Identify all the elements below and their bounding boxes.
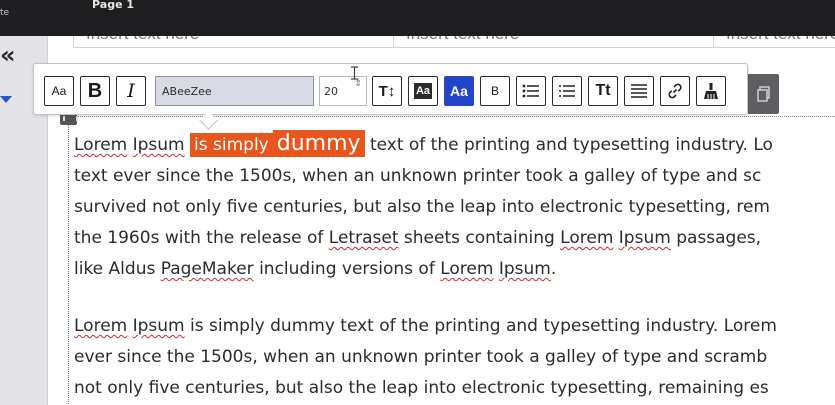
text-block-border-top [68, 116, 835, 117]
paragraph-2[interactable]: Lorem Ipsum is simply dummy text of the … [74, 311, 835, 404]
bullet-list-icon [522, 84, 540, 98]
align-justify-button[interactable] [624, 76, 654, 106]
table-row: Insert text here Insert text here Insert… [73, 36, 835, 48]
text-color-button[interactable]: Aa [444, 76, 474, 106]
broom-icon [702, 82, 720, 100]
app-title-fragment: te [0, 8, 10, 18]
misspelled-word: Ipsum [498, 259, 551, 279]
text-height-button[interactable]: T↕ [372, 76, 402, 106]
clear-format-button[interactable] [696, 76, 726, 106]
text-run: is simply dummy text of the printing and… [190, 316, 777, 336]
misspelled-word: Lorem [560, 228, 614, 248]
bold-button[interactable]: B [80, 76, 110, 106]
double-chevron-left-icon[interactable]: « [0, 43, 22, 67]
misspelled-word: PageMaker [160, 259, 254, 279]
text-background-swatch: Aa [413, 83, 433, 99]
text-run: passages, [676, 228, 762, 248]
text-run: text of the printing and typesetting ind… [369, 135, 773, 155]
misspelled-word: Lorem [74, 135, 128, 155]
table-cell[interactable]: Insert text here [393, 36, 713, 47]
selected-text-large[interactable]: dummy [272, 130, 365, 157]
misspelled-word: Ipsum [132, 135, 185, 155]
title-case-button[interactable]: Tt [588, 76, 618, 106]
misspelled-word: Letraset [328, 228, 399, 248]
selected-text-small[interactable]: is simply [190, 133, 273, 157]
font-family-select[interactable]: ABeeZee [155, 76, 314, 106]
text-cursor-icon [350, 66, 359, 80]
text-run: the 1960s with the release of [74, 228, 324, 248]
text-format-toolbar: Aa B I ABeeZee 20 ⇕ T↕ Aa Aa B Tt [33, 63, 748, 115]
link-button[interactable] [660, 76, 690, 106]
italic-button[interactable]: I [116, 76, 146, 106]
text-line: the 1960s with the release of Letraset s… [74, 223, 835, 254]
misspelled-word: Ipsum [132, 316, 185, 336]
text-line: survived not only five centuries, but al… [74, 197, 770, 217]
misspelled-word: Lorem [440, 259, 494, 279]
text-block-border-left [68, 112, 69, 405]
table-cell[interactable]: Insert text here [73, 36, 393, 47]
text-line: text ever since the 1500s, when an unkno… [74, 166, 762, 186]
text-background-button[interactable]: Aa [408, 76, 438, 106]
bullet-list-button[interactable] [516, 76, 546, 106]
text-run: . [550, 259, 557, 279]
table-cell[interactable]: Insert text here [713, 36, 835, 47]
align-justify-icon [630, 84, 648, 98]
small-bold-button[interactable]: B [480, 76, 510, 106]
text-run: sheets containing [403, 228, 555, 248]
misspelled-word: Ipsum [618, 228, 671, 248]
text-run: including versions of [259, 259, 435, 279]
text-line: like Aldus PageMaker including versions … [74, 254, 835, 285]
numbered-list-button[interactable] [552, 76, 582, 106]
numbered-list-icon [558, 84, 576, 98]
font-size-toggle-button[interactable]: Aa [44, 76, 74, 106]
caret-down-icon[interactable] [0, 96, 12, 103]
link-icon [666, 82, 684, 100]
paragraph-1[interactable]: Lorem Ipsum is simply dummy text of the p… [74, 128, 835, 285]
side-panel-tab[interactable] [748, 74, 779, 114]
text-line: Lorem Ipsum is simply dummy text of the … [74, 311, 835, 342]
page-label[interactable]: Page 1 [92, 0, 134, 11]
top-bar: te Page 1 [0, 0, 835, 36]
copy-icon [756, 86, 771, 102]
misspelled-word: Lorem [74, 316, 128, 336]
text-line: not only five centuries, but also the le… [74, 378, 769, 398]
text-line: ever since the 1500s, when an unknown pr… [74, 347, 768, 367]
font-size-spinner-icon[interactable]: ⇕ [352, 78, 364, 104]
text-line: Lorem Ipsum is simply dummy text of the p… [74, 128, 835, 161]
text-run: like Aldus [74, 259, 156, 279]
